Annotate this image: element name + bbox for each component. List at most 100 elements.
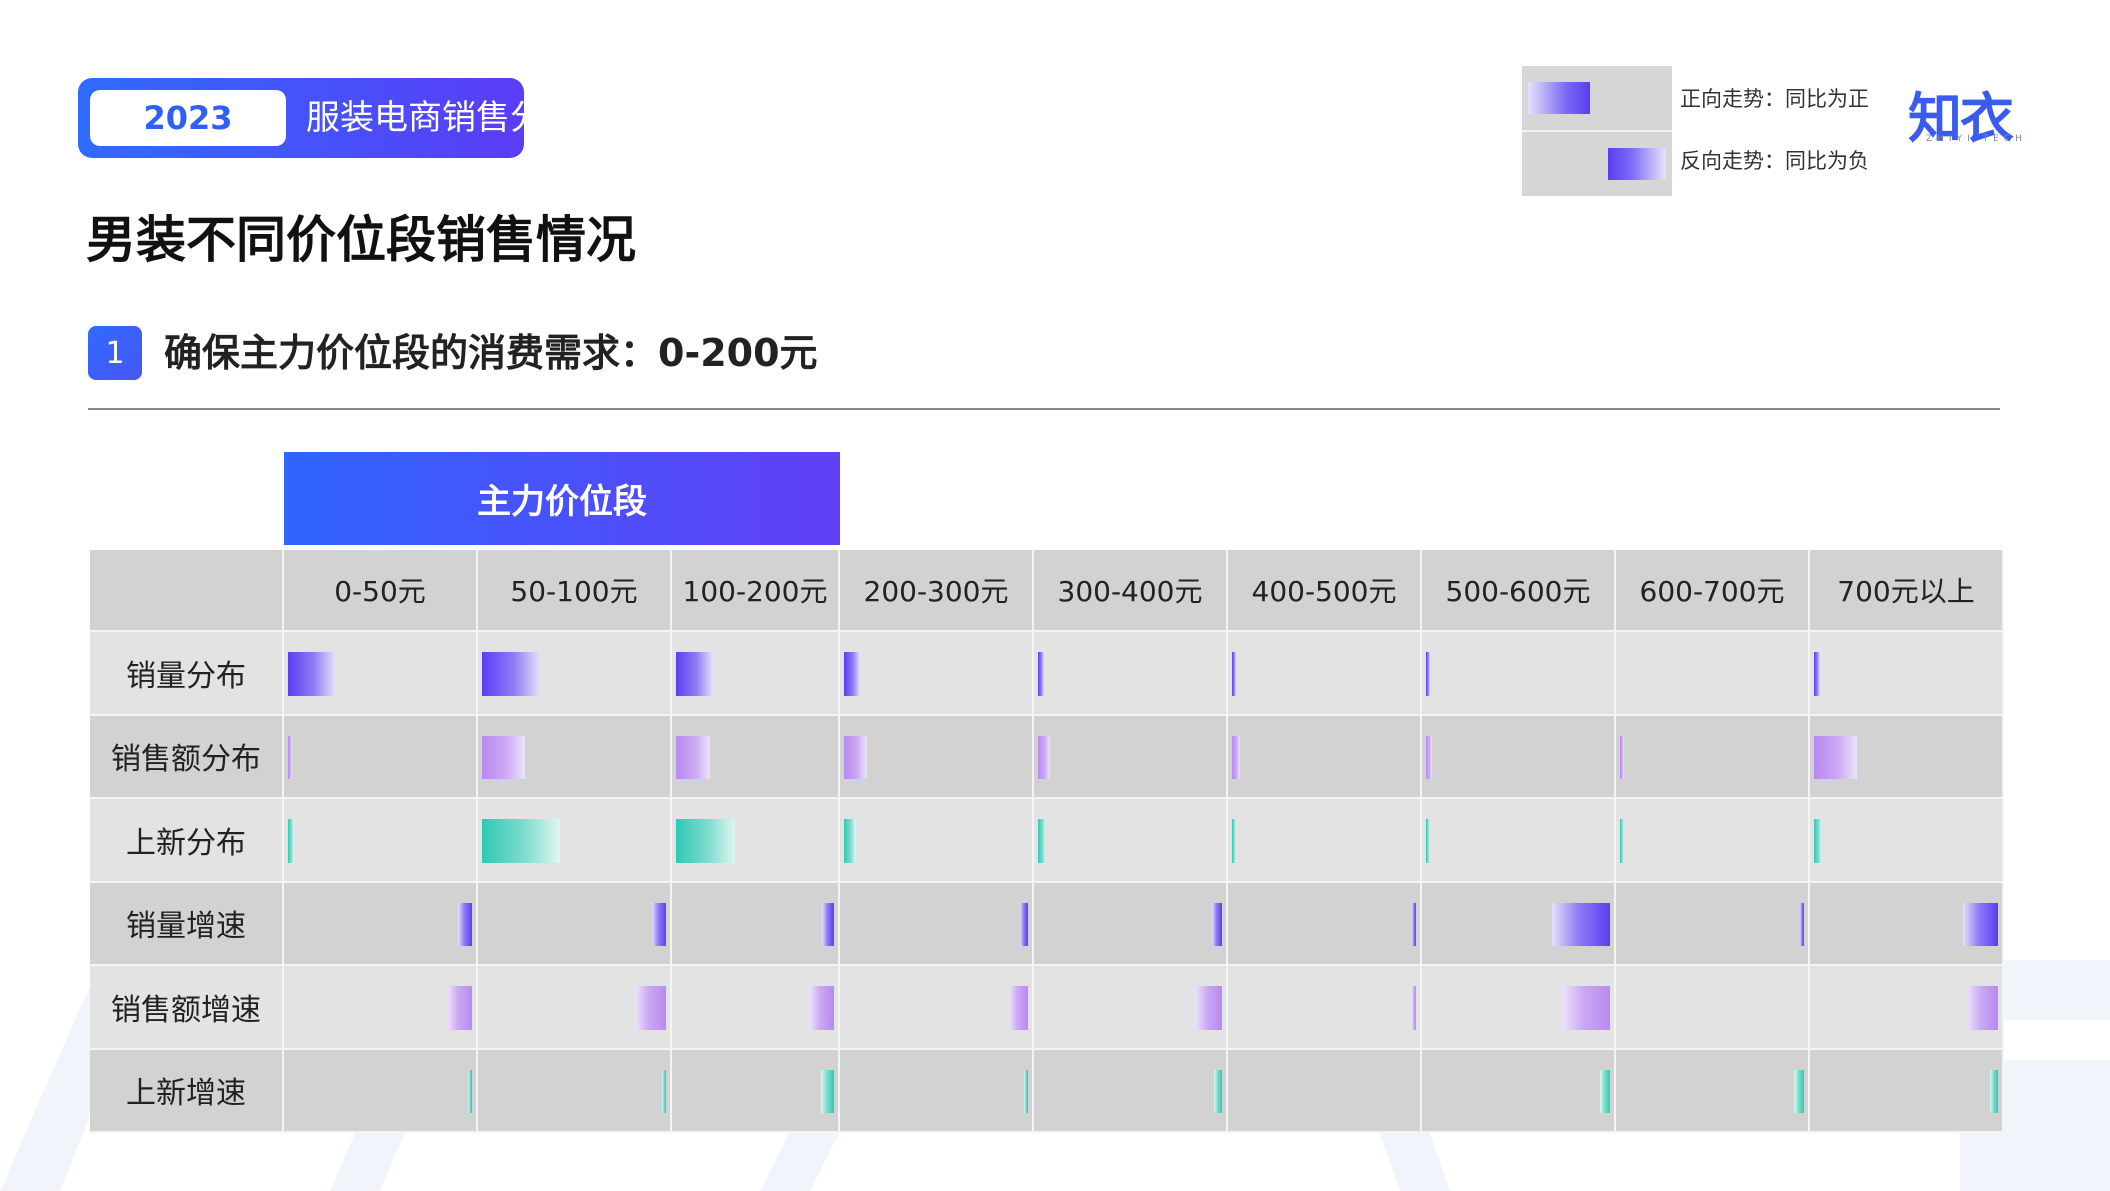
value-cell (1034, 966, 1228, 1050)
value-bar (446, 986, 472, 1030)
value-bar (662, 1069, 666, 1113)
row-label: 销量分布 (90, 632, 284, 716)
value-cell (840, 632, 1034, 716)
value-bar (288, 735, 292, 779)
value-bar (1814, 652, 1820, 696)
value-bar (1814, 819, 1822, 863)
value-cell (1616, 1049, 1810, 1133)
value-cell (1228, 1049, 1422, 1133)
value-bar (482, 735, 525, 779)
value-cell (1616, 882, 1810, 966)
column-header: 700元以上 (1810, 550, 2004, 632)
value-bar (1232, 652, 1236, 696)
table-corner (90, 550, 284, 632)
column-header: 600-700元 (1616, 550, 1810, 632)
value-cell (1422, 632, 1616, 716)
row-label: 上新增速 (90, 1049, 284, 1133)
value-cell (1228, 882, 1422, 966)
value-bar (1620, 735, 1624, 779)
value-bar (1232, 735, 1240, 779)
value-cell (1616, 966, 1810, 1050)
value-cell (1228, 632, 1422, 716)
row-label: 销售额增速 (90, 966, 284, 1050)
value-cell (1810, 966, 2004, 1050)
value-bar (1024, 1069, 1028, 1113)
value-bar (1561, 986, 1610, 1030)
column-header: 400-500元 (1228, 550, 1422, 632)
value-bar (844, 819, 856, 863)
column-header: 50-100元 (478, 550, 672, 632)
value-bar (1038, 819, 1046, 863)
value-cell (1810, 632, 2004, 716)
value-bar (844, 735, 868, 779)
value-cell (1228, 799, 1422, 883)
value-cell (1034, 799, 1228, 883)
value-bar (1214, 1069, 1222, 1113)
value-bar (1232, 819, 1236, 863)
value-bar (458, 902, 472, 946)
value-bar (820, 1069, 834, 1113)
value-bar (482, 652, 541, 696)
value-bar (1800, 902, 1804, 946)
value-bar (822, 902, 834, 946)
value-cell (284, 632, 478, 716)
value-bar (1814, 735, 1857, 779)
value-cell (1034, 1049, 1228, 1133)
value-cell (284, 1049, 478, 1133)
value-bar (1412, 902, 1416, 946)
value-bar (1038, 735, 1050, 779)
value-cell (1422, 966, 1616, 1050)
column-header: 300-400元 (1034, 550, 1228, 632)
value-cell (478, 799, 672, 883)
column-header: 0-50元 (284, 550, 478, 632)
value-bar (1426, 652, 1430, 696)
value-cell (840, 799, 1034, 883)
value-cell (1616, 799, 1810, 883)
value-cell (672, 715, 840, 799)
value-cell (478, 632, 672, 716)
value-bar (676, 819, 735, 863)
value-cell (284, 966, 478, 1050)
value-cell (672, 799, 840, 883)
value-cell (840, 966, 1034, 1050)
value-bar (1426, 735, 1432, 779)
value-cell (1810, 799, 2004, 883)
value-bar (1966, 986, 1998, 1030)
value-bar (1620, 819, 1624, 863)
value-cell (284, 799, 478, 883)
value-cell (1422, 715, 1616, 799)
value-cell (672, 966, 840, 1050)
value-cell (1810, 1049, 2004, 1133)
value-cell (1422, 1049, 1616, 1133)
value-cell (284, 882, 478, 966)
value-cell (478, 1049, 672, 1133)
value-bar (482, 819, 560, 863)
value-bar (844, 652, 860, 696)
value-bar (808, 986, 834, 1030)
value-bar (1963, 902, 1998, 946)
value-cell (478, 882, 672, 966)
value-bar (288, 819, 294, 863)
value-cell (1228, 966, 1422, 1050)
value-bar (1600, 1069, 1610, 1113)
value-bar (468, 1069, 472, 1113)
value-cell (672, 1049, 840, 1133)
value-bar (1194, 986, 1222, 1030)
value-cell (478, 715, 672, 799)
value-bar (676, 735, 710, 779)
value-bar (1551, 902, 1610, 946)
value-bar (1426, 819, 1430, 863)
row-label: 销量增速 (90, 882, 284, 966)
value-cell (1034, 882, 1228, 966)
value-cell (1810, 715, 2004, 799)
value-cell (1810, 882, 2004, 966)
value-cell (840, 1049, 1034, 1133)
value-bar (676, 652, 713, 696)
value-cell (1034, 715, 1228, 799)
value-cell (1422, 799, 1616, 883)
column-header: 200-300元 (840, 550, 1034, 632)
value-cell (1616, 715, 1810, 799)
value-cell (672, 882, 840, 966)
value-cell (478, 966, 672, 1050)
value-bar (1038, 652, 1044, 696)
